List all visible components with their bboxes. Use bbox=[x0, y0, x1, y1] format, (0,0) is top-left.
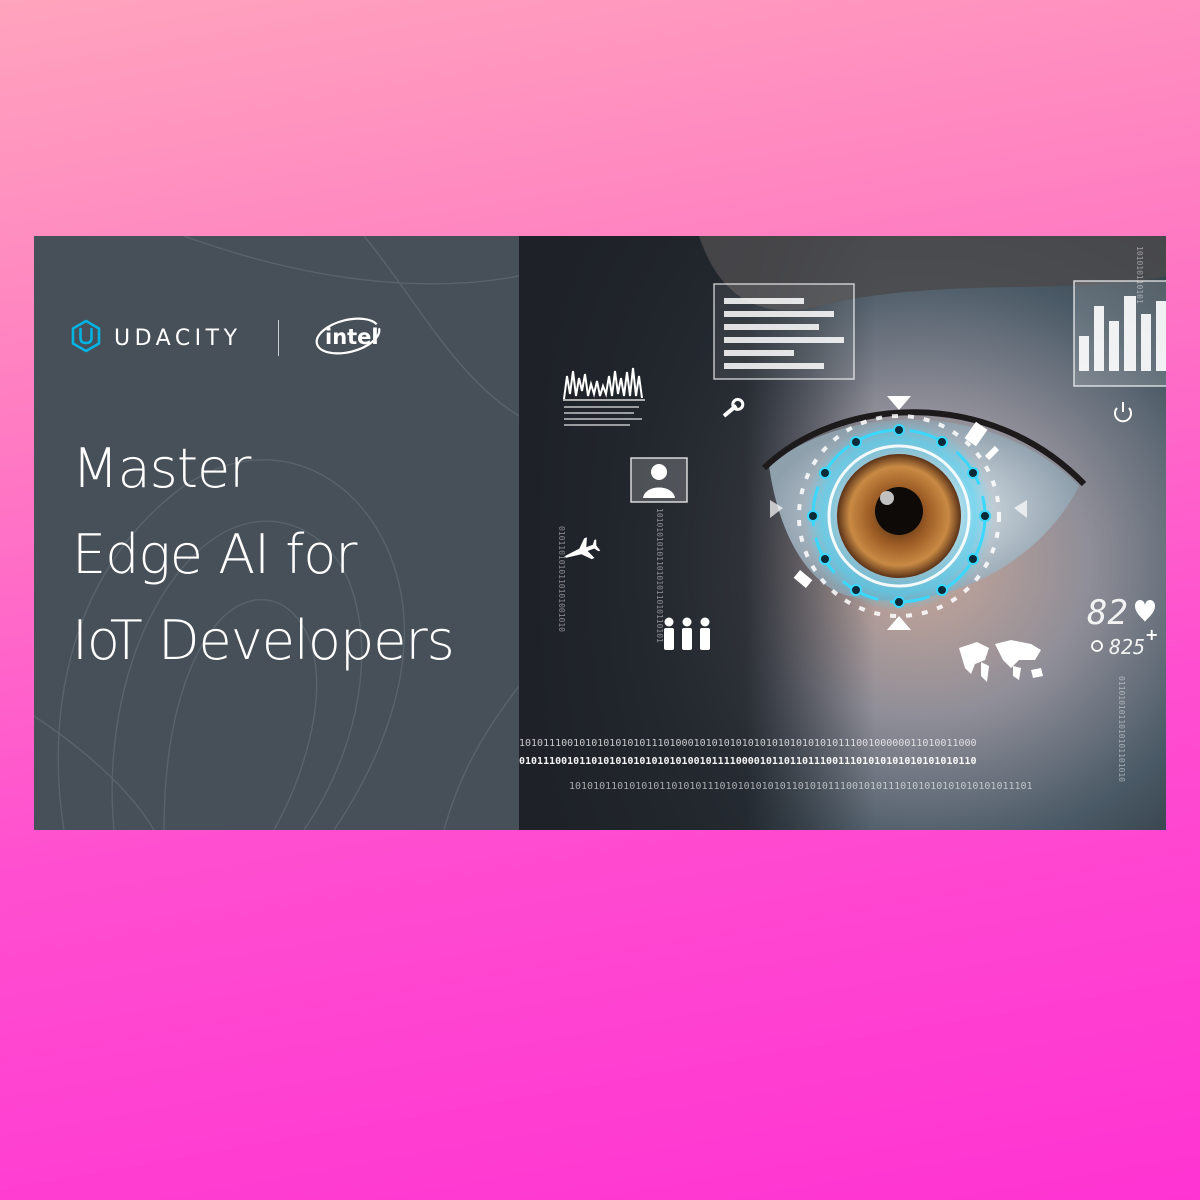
course-title: Master Edge AI for IoT Developers bbox=[72, 426, 455, 684]
logo-divider bbox=[277, 320, 279, 356]
course-title-line-1: Master bbox=[72, 437, 251, 500]
plus-icon: + bbox=[1145, 625, 1158, 644]
binary-line-1: 1010111001010101010101110100010101010101… bbox=[519, 738, 977, 749]
binary-line-2: 0101110010110101010101010101001011110000… bbox=[519, 756, 977, 767]
hud-digital-readout: 82 bbox=[1087, 593, 1128, 633]
course-banner: UDACITY intel Master Edge AI for IoT Dev… bbox=[34, 236, 1166, 830]
eye-reflection bbox=[880, 491, 894, 505]
intel-wordmark: intel bbox=[325, 325, 379, 349]
binary-data-lines: 1010111001010101010101110100010101010101… bbox=[519, 738, 1033, 792]
udacity-logo-icon bbox=[70, 319, 102, 357]
hud-column-panel bbox=[1073, 280, 1166, 387]
hud-bar-panel bbox=[713, 283, 855, 380]
eye-scan-image: 82 + 825 0101101010110101001010 10101010… bbox=[519, 236, 1166, 830]
svg-text:0101101010110101001010: 0101101010110101001010 bbox=[557, 526, 566, 632]
svg-text:1010101010110101011010110101: 1010101010110101011010110101 bbox=[655, 508, 664, 643]
svg-text:101010110101: 101010110101 bbox=[1135, 246, 1144, 304]
hud-user-profile bbox=[630, 457, 688, 503]
binary-line-3: 1010101101010101101010111010101010101101… bbox=[569, 781, 1033, 792]
intel-logo: intel bbox=[313, 315, 383, 361]
course-title-line-2: Edge AI for bbox=[72, 523, 357, 586]
partner-logos: UDACITY intel bbox=[70, 315, 383, 361]
banner-text-panel: UDACITY intel Master Edge AI for IoT Dev… bbox=[34, 236, 519, 830]
people-group-icon bbox=[664, 617, 710, 650]
svg-text:0110101011010101101010: 0110101011010101101010 bbox=[1117, 676, 1126, 782]
hud-small-readout: 825 bbox=[1109, 635, 1145, 659]
udacity-wordmark: UDACITY bbox=[114, 325, 242, 351]
course-title-line-3: IoT Developers bbox=[72, 609, 455, 672]
